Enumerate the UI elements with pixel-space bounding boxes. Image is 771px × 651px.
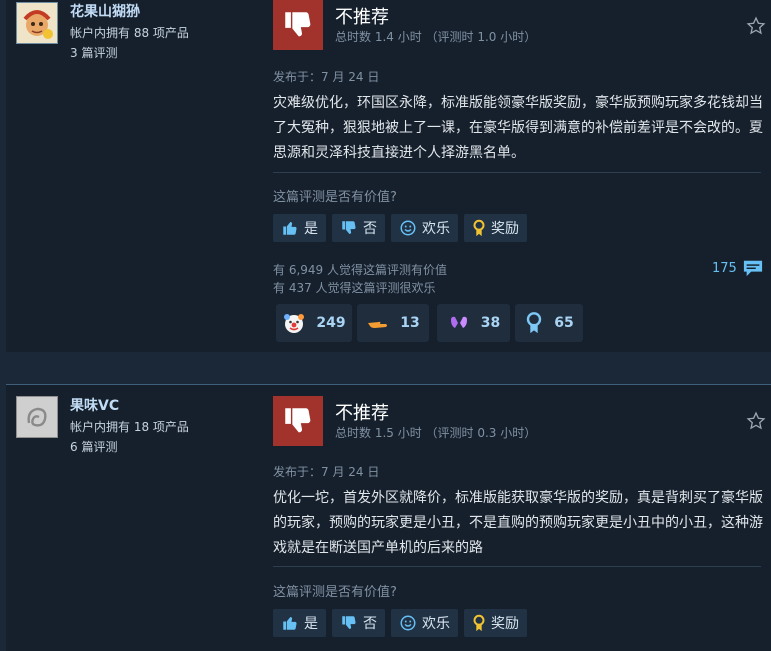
playtime-hours: 总时数 1.5 小时 （评测时 0.3 小时） [335, 426, 537, 440]
helpful-question: 这篇评测是否有价值? [273, 190, 397, 205]
abstract-avatar-icon [17, 397, 57, 437]
comment-bubble-icon [743, 260, 762, 277]
clown-face-icon [284, 314, 305, 333]
vote-yes-label: 是 [304, 616, 318, 632]
vote-no-button[interactable]: 否 [332, 214, 385, 242]
user-meta: 帐户内拥有 18 项产品 6 篇评测 [70, 417, 189, 457]
vote-no-label: 否 [363, 616, 377, 632]
thumbs-up-icon [283, 222, 297, 235]
award-count: 65 [554, 315, 574, 331]
review-verdict[interactable]: 不推荐 [335, 399, 389, 425]
user-reviews-count[interactable]: 6 篇评测 [70, 437, 189, 457]
vote-funny-label: 欢乐 [422, 221, 450, 237]
vote-no-label: 否 [363, 221, 377, 237]
funny-count-text: 有 437 人觉得这篇评测很欢乐 [273, 281, 436, 295]
vote-yes-button[interactable]: 是 [273, 609, 326, 637]
thumbs-down-icon[interactable] [273, 396, 323, 446]
helpful-question: 这篇评测是否有价值? [273, 585, 397, 600]
smiley-icon [400, 220, 416, 236]
user-reviews-count[interactable]: 3 篇评测 [70, 43, 189, 63]
star-award-icon[interactable] [746, 16, 766, 36]
user-avatar[interactable] [16, 2, 58, 44]
award-item[interactable]: 249 [276, 304, 352, 342]
review-content: 灾难级优化，环国区永降，标准版能领豪华版奖励，豪华版预购玩家多花钱却当了大冤种，… [273, 95, 763, 161]
user-meta: 帐户内拥有 88 项产品 3 篇评测 [70, 23, 189, 63]
award-ribbon-icon [473, 614, 485, 632]
award-button[interactable]: 奖励 [464, 214, 527, 242]
award-label: 奖励 [491, 616, 519, 632]
user-products-count[interactable]: 帐户内拥有 18 项产品 [70, 417, 189, 437]
comments-count: 175 [712, 260, 737, 276]
vote-yes-label: 是 [304, 221, 318, 237]
review-card: 花果山猢狲 帐户内拥有 88 项产品 3 篇评测 不推荐 总时数 1.4 小时 … [6, 0, 771, 352]
vote-no-button[interactable]: 否 [332, 609, 385, 637]
review-card: 果味VC 帐户内拥有 18 项产品 6 篇评测 不推荐 总时数 1.5 小时 （… [6, 384, 771, 651]
user-name[interactable]: 花果山猢狲 [70, 1, 140, 21]
award-ribbon-icon [473, 219, 485, 237]
thumbs-up-icon [283, 617, 297, 630]
award-label: 奖励 [491, 221, 519, 237]
award-item[interactable]: 13 [357, 304, 429, 342]
vote-funny-label: 欢乐 [422, 616, 450, 632]
playtime-hours: 总时数 1.4 小时 （评测时 1.0 小时） [335, 30, 537, 44]
award-count: 38 [480, 315, 501, 331]
vote-funny-button[interactable]: 欢乐 [391, 609, 458, 637]
review-verdict[interactable]: 不推荐 [335, 3, 389, 29]
award-item[interactable]: 38 [437, 304, 510, 342]
user-products-count[interactable]: 帐户内拥有 88 项产品 [70, 23, 189, 43]
award-item[interactable]: 65 [515, 304, 583, 342]
vote-yes-button[interactable]: 是 [273, 214, 326, 242]
award-count: 13 [400, 315, 420, 331]
vote-summary: 有 6,949 人觉得这篇评测有价值 有 437 人觉得这篇评测很欢乐 [273, 261, 447, 297]
pointing-hand-icon [368, 321, 388, 328]
posted-date: 发布于：7 月 24 日 [273, 70, 380, 84]
vote-funny-button[interactable]: 欢乐 [391, 214, 458, 242]
posted-date: 发布于：7 月 24 日 [273, 465, 380, 479]
heart-hands-icon [450, 316, 467, 328]
award-count: 249 [316, 315, 346, 331]
thumbs-down-icon [342, 616, 356, 629]
divider [273, 566, 761, 567]
user-avatar[interactable] [16, 396, 58, 438]
medal-icon [527, 312, 542, 334]
review-content: 优化一坨，首发外区就降价，标准版能获取豪华版的奖励，真是背刺买了豪华版的玩家，预… [273, 490, 763, 556]
thumbs-down-icon[interactable] [273, 0, 323, 50]
star-award-icon[interactable] [746, 411, 766, 431]
divider [273, 172, 761, 173]
helpful-count-text: 有 6,949 人觉得这篇评测有价值 [273, 263, 447, 277]
user-name[interactable]: 果味VC [70, 395, 119, 415]
smiley-icon [400, 615, 416, 631]
award-button[interactable]: 奖励 [464, 609, 527, 637]
monkey-king-avatar-icon [17, 3, 57, 43]
thumbs-down-icon [342, 221, 356, 234]
comments-link[interactable]: 175 [712, 258, 764, 278]
review-separator [0, 352, 771, 384]
